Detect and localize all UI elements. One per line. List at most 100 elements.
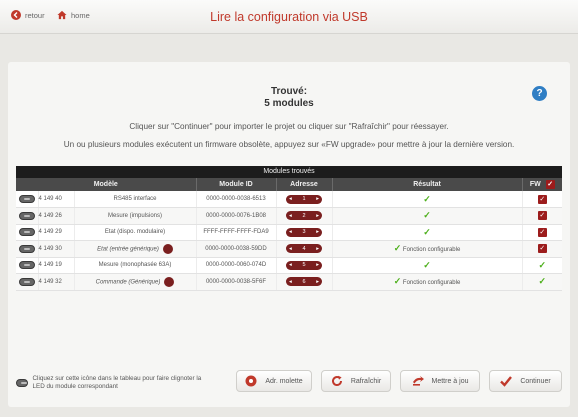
table-row: 4 149 32 Commande (Générique) 0000-0000-00… (16, 273, 562, 291)
col-result: Résultat (332, 178, 523, 191)
row-code: 4 149 32 (38, 273, 75, 291)
row-module-id: 0000-0000-0038-5F6F (196, 273, 277, 291)
fw-ok-icon: ✓ (538, 259, 547, 270)
row-led-cell (16, 240, 39, 258)
blink-led-button[interactable] (18, 211, 35, 220)
result-ok-icon: ✓ (423, 210, 431, 221)
fw-upgrade-checkbox[interactable]: ✓ (537, 227, 547, 237)
blink-led-button[interactable] (18, 195, 35, 203)
col-module-id: Module ID (196, 178, 277, 191)
row-fw-cell: ✓ (522, 191, 562, 208)
row-fw-cell: ✓ (522, 273, 562, 291)
row-result-cell: ✓ (332, 207, 523, 225)
row-module-id: 0000-0000-0060-074D (196, 257, 277, 274)
adr-molette-label: Adr. molette (265, 377, 303, 385)
adr-molette-button[interactable]: Adr. molette (236, 370, 312, 392)
col-fw: FW ✓ (522, 178, 562, 191)
row-address-cell: ◂ 3 ▸ (276, 224, 333, 241)
row-model-cell: Etat (entrée générique) (74, 240, 197, 258)
fw-upgrade-checkbox[interactable]: ✓ (537, 194, 547, 204)
row-model: Etat (entrée générique) (97, 246, 159, 253)
row-result-cell: ✓ (332, 191, 523, 208)
address-decrement[interactable]: ◂ (289, 213, 292, 219)
dial-icon (245, 375, 257, 387)
check-icon (500, 375, 513, 387)
row-led-cell (16, 224, 39, 241)
row-code: 4 149 40 (38, 191, 75, 208)
address-increment[interactable]: ▸ (316, 246, 319, 252)
row-code: 4 149 19 (38, 257, 75, 274)
row-result-cell: ✓ (332, 257, 523, 274)
address-decrement[interactable]: ◂ (289, 246, 292, 252)
address-stepper[interactable]: ◂ 5 ▸ (286, 260, 322, 270)
row-result-cell: ✓ Fonction configurable (332, 240, 523, 258)
address-increment[interactable]: ▸ (316, 196, 319, 202)
found-title: Trouvé: (270, 86, 308, 97)
row-led-cell (16, 257, 39, 274)
address-value: 6 (302, 278, 306, 285)
col-address: Adresse (276, 178, 333, 191)
row-model-cell: Etat (dispo. modulaire) (74, 224, 197, 241)
row-code: 4 149 29 (38, 224, 75, 241)
row-code: 4 149 30 (38, 240, 75, 258)
row-module-id: FFFF-FFFF-FFFF-FDA9 (196, 224, 277, 241)
result-ok-icon: ✓ (423, 193, 431, 204)
row-fw-cell: ✓ (522, 224, 562, 241)
row-model-cell: RS485 interface (74, 191, 197, 208)
blink-led-button[interactable] (18, 261, 35, 270)
address-decrement[interactable]: ◂ (289, 279, 292, 285)
result-ok-icon: ✓ (393, 276, 402, 287)
result-ok-icon: ✓ (423, 226, 431, 237)
fw-upgrade-checkbox[interactable]: ✓ (537, 244, 547, 254)
row-result-text: Fonction configurable (402, 280, 461, 287)
address-decrement[interactable]: ◂ (289, 196, 292, 202)
continue-button[interactable]: Continuer (489, 370, 562, 392)
address-stepper[interactable]: ◂ 1 ▸ (286, 194, 322, 204)
blink-led-button[interactable] (18, 228, 35, 237)
table-row: 4 149 30 Etat (entrée générique) 0000-0000… (16, 240, 562, 258)
configure-function-button[interactable] (162, 243, 173, 254)
top-bar: retour home Lire la configuration via US… (0, 0, 578, 34)
address-decrement[interactable]: ◂ (289, 229, 292, 235)
found-summary: Trouvé: 5 modules (8, 86, 570, 110)
row-address-cell: ◂ 1 ▸ (276, 191, 333, 208)
blink-led-button[interactable] (18, 244, 35, 253)
address-decrement[interactable]: ◂ (289, 262, 292, 268)
firmware-warning: Un ou plusieurs modules exécutent un fir… (63, 140, 515, 149)
refresh-label: Rafraîchir (350, 377, 382, 385)
address-increment[interactable]: ▸ (316, 279, 319, 285)
row-result-cell: ✓ (332, 224, 523, 241)
row-address-cell: ◂ 4 ▸ (276, 240, 333, 258)
refresh-button[interactable]: Rafraîchir (321, 370, 391, 392)
address-stepper[interactable]: ◂ 4 ▸ (286, 244, 322, 254)
update-button[interactable]: Mettre à jou (400, 370, 480, 392)
modules-table: Modules trouvés Modèle Module ID Adresse… (16, 166, 562, 291)
row-model-cell: Mesure (monophasée 63A) (74, 257, 197, 274)
address-value: 5 (302, 262, 306, 269)
address-increment[interactable]: ▸ (316, 262, 319, 268)
row-result-text: Fonction configurable (402, 247, 461, 254)
address-value: 3 (302, 229, 306, 236)
address-stepper[interactable]: ◂ 6 ▸ (286, 277, 322, 287)
configure-function-button[interactable] (164, 276, 175, 287)
blink-led-button[interactable] (18, 277, 35, 286)
row-model: Mesure (impulsions) (107, 212, 162, 219)
help-icon[interactable]: ? (532, 86, 547, 101)
table-row: 4 149 19 Mesure (monophasée 63A) 0000-0000… (16, 257, 562, 274)
address-increment[interactable]: ▸ (316, 213, 319, 219)
row-module-id: 0000-0000-0038-59DD (196, 240, 277, 258)
address-increment[interactable]: ▸ (316, 229, 319, 235)
row-address-cell: ◂ 5 ▸ (276, 257, 333, 274)
row-led-cell (16, 191, 39, 208)
row-led-cell (16, 207, 39, 225)
address-value: 1 (302, 196, 306, 202)
result-ok-icon: ✓ (393, 243, 402, 254)
fw-select-all-checkbox[interactable]: ✓ (545, 180, 555, 189)
address-value: 4 (302, 245, 306, 252)
address-stepper[interactable]: ◂ 2 ▸ (286, 211, 322, 221)
row-code: 4 149 26 (38, 207, 75, 225)
address-stepper[interactable]: ◂ 3 ▸ (286, 227, 322, 237)
update-icon (412, 375, 424, 387)
fw-upgrade-checkbox[interactable]: ✓ (537, 211, 547, 221)
led-blink-icon (16, 378, 28, 387)
